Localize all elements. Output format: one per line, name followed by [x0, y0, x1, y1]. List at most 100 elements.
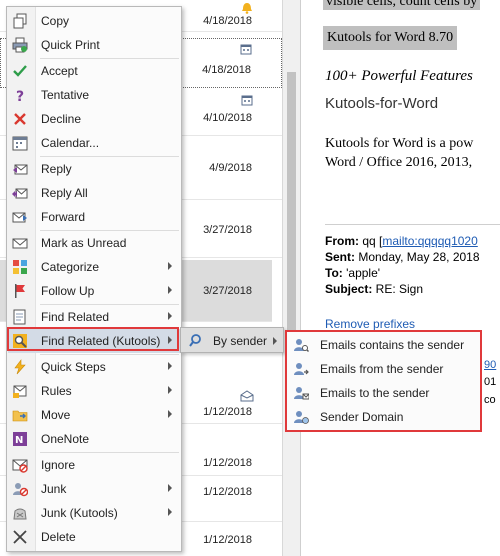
menu-item-categorize[interactable]: Categorize [8, 255, 180, 279]
email-sent: Sent: Monday, May 28, 2018 [325, 250, 480, 264]
menu-item-label: Reply All [41, 186, 88, 200]
menu-item-label: Junk [41, 482, 67, 496]
menu-item-label: OneNote [41, 432, 90, 446]
menu-item-label: Forward [41, 210, 86, 224]
menu-item-by-sender[interactable]: By sender [213, 334, 267, 348]
message-list-scrollbar[interactable] [282, 0, 300, 556]
divider [325, 224, 500, 225]
menu-item-decline[interactable]: Decline [8, 107, 180, 131]
menu-item-ignore[interactable]: Ignore [8, 453, 180, 477]
submenu-arrow-icon [168, 286, 172, 294]
body-fragment: 90 [484, 359, 497, 371]
menu-item-label: Follow Up [41, 284, 95, 298]
menu-item-emails-to-sender[interactable]: Emails to the sender [289, 381, 479, 405]
scrollbar-thumb[interactable] [287, 72, 296, 332]
context-menu: Copy Quick Print Accept ? Tentative Decl… [6, 6, 182, 552]
submenu-arrow-icon [168, 410, 172, 418]
svg-text:N: N [15, 435, 23, 446]
menu-item-quick-print[interactable]: Quick Print [8, 33, 180, 57]
menu-item-label: Emails from the sender [320, 362, 444, 376]
menu-item-label: Mark as Unread [41, 236, 127, 250]
body-fragment: 01 [484, 376, 497, 388]
body-text-line: 100+ Powerful Features [325, 68, 473, 84]
to-label: To: [325, 266, 343, 280]
contact-search-icon [294, 339, 309, 352]
menu-item-label: Delete [41, 530, 76, 544]
menu-item-reply-all[interactable]: Reply All [8, 181, 180, 205]
from-link[interactable]: mailto:qqqqq1020 [382, 234, 477, 248]
menu-item-find-related[interactable]: Find Related [8, 305, 180, 329]
envelope-icon [12, 238, 28, 249]
body-text-line: Kutools for Word 8.70 [323, 26, 458, 50]
menu-item-delete[interactable]: Delete [8, 525, 180, 549]
bell-icon [242, 3, 252, 14]
to-value: 'apple' [342, 266, 381, 280]
from-label: From: [325, 234, 359, 248]
highlight-box [7, 327, 179, 351]
submenu-by-sender: Emails contains the sender Emails from t… [285, 330, 482, 432]
body-text-line: Kutools for Word is a pow [325, 136, 474, 151]
open-envelope-icon [240, 390, 254, 402]
menu-item-calendar[interactable]: Calendar... [8, 131, 180, 155]
menu-item-label: Tentative [41, 88, 90, 102]
meeting-icon [240, 44, 252, 55]
menu-item-label: Find Related [41, 310, 110, 324]
menu-item-label: Emails contains the sender [320, 338, 465, 352]
menu-item-label: Sender Domain [320, 410, 404, 424]
menu-item-reply[interactable]: Reply [8, 157, 180, 181]
body-fragment: co [484, 394, 496, 406]
menu-item-label: Quick Steps [41, 360, 106, 374]
rules-icon [13, 385, 27, 398]
body-text-line: Word / Office 2016, 2013, [325, 155, 473, 170]
menu-item-label: Move [41, 408, 71, 422]
sent-label: Sent: [325, 250, 355, 264]
check-icon [13, 65, 27, 77]
list-item-date: 3/27/2018 [203, 224, 252, 236]
menu-item-label: Categorize [41, 260, 100, 274]
menu-item-forward[interactable]: Forward [8, 205, 180, 229]
menu-item-mark-as-unread[interactable]: Mark as Unread [8, 231, 180, 255]
question-icon: ? [16, 89, 24, 103]
menu-item-tentative[interactable]: ? Tentative [8, 83, 180, 107]
list-item-date: 1/12/2018 [203, 534, 252, 546]
remove-prefixes-link[interactable]: Remove prefixes [325, 317, 415, 331]
list-item-date: 4/18/2018 [203, 15, 252, 27]
menu-item-move[interactable]: Move [8, 403, 180, 427]
menu-item-label: Emails to the sender [320, 386, 430, 400]
reply-icon [13, 164, 28, 175]
submenu-arrow-icon [168, 484, 172, 492]
menu-item-copy[interactable]: Copy [8, 9, 180, 33]
menu-item-label: Calendar... [41, 136, 100, 150]
subject-label: Subject: [325, 282, 373, 296]
menu-item-emails-contains-sender[interactable]: Emails contains the sender [289, 333, 479, 357]
junk-kutools-icon [13, 508, 27, 520]
menu-item-junk[interactable]: Junk [8, 477, 180, 501]
reading-pane: visible cells, count cells by Kutools fo… [300, 0, 500, 556]
submenu-arrow-icon [273, 337, 277, 345]
list-item-date: 1/12/2018 [203, 457, 252, 469]
menu-item-sender-domain[interactable]: Sender Domain [289, 405, 479, 429]
menu-item-follow-up[interactable]: Follow Up [8, 279, 180, 303]
submenu-arrow-icon [168, 312, 172, 320]
body-text-line: Kutools-for-Word [325, 95, 439, 112]
copy-icon [13, 13, 27, 29]
svg-text:?: ? [16, 89, 24, 103]
menu-item-quick-steps[interactable]: Quick Steps [8, 355, 180, 379]
menu-item-rules[interactable]: Rules [8, 379, 180, 403]
from-value: qq [ [359, 234, 383, 248]
delete-icon [13, 530, 27, 544]
email-from: From: qq [mailto:qqqqq1020 [325, 234, 478, 248]
menu-item-label: Decline [41, 112, 82, 126]
menu-item-junk-kutools[interactable]: Junk (Kutools) [8, 501, 180, 525]
menu-item-label: Junk (Kutools) [41, 506, 118, 520]
contact-to-icon [294, 387, 309, 400]
junk-icon [13, 483, 28, 497]
reply-all-icon [12, 188, 28, 199]
menu-item-label: Rules [41, 384, 72, 398]
menu-item-emails-from-sender[interactable]: Emails from the sender [289, 357, 479, 381]
body-text-line: visible cells, count cells by [323, 0, 481, 10]
menu-item-accept[interactable]: Accept [8, 59, 180, 83]
submenu-arrow-icon [168, 508, 172, 516]
menu-item-onenote[interactable]: N OneNote [8, 427, 180, 451]
meeting-icon [241, 95, 253, 106]
